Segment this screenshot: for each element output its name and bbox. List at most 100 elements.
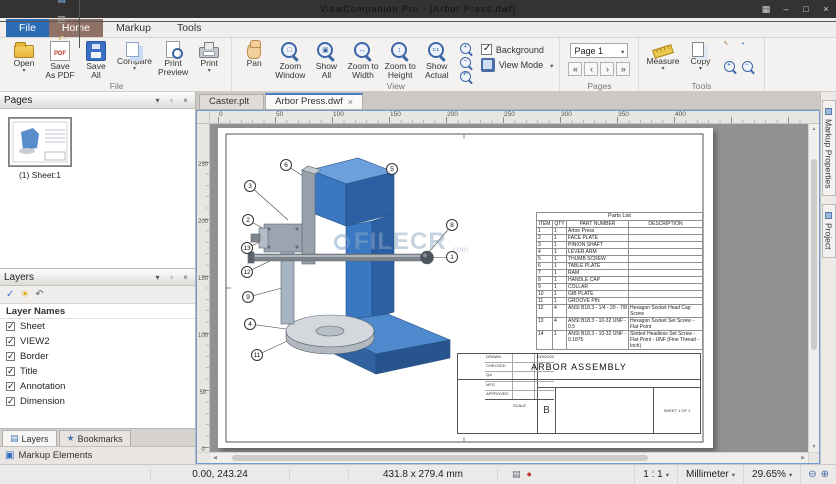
ruler-label: 200 [447, 111, 458, 118]
markup-status-icon[interactable]: ● [527, 469, 532, 480]
units-select[interactable]: Millimeter [676, 465, 743, 484]
layer-row[interactable]: VIEW2 [0, 334, 195, 349]
zoom-in-button[interactable]: ⊕ [821, 469, 829, 480]
ruler-corner [197, 111, 210, 124]
next-page-button[interactable]: › [600, 62, 615, 76]
layer-checkbox[interactable] [6, 321, 15, 332]
layers-tab[interactable]: ▤ Layers [2, 430, 57, 446]
zoom-in-button[interactable] [458, 42, 474, 55]
pan-button[interactable]: Pan [236, 40, 272, 68]
tab-tools[interactable]: Tools [164, 19, 215, 37]
save-as-pdf-button[interactable]: Save As PDF [42, 40, 78, 81]
minimize-button[interactable]: – [776, 0, 796, 18]
view-mode-label: View Mode [498, 60, 544, 70]
open-button[interactable]: Open ▾ [6, 40, 42, 74]
panel-menu-icon[interactable]: ▾ [152, 96, 163, 105]
zoom-out-button[interactable] [458, 56, 474, 69]
ruler-label: 0 [201, 447, 205, 453]
ribbon-group-tools: Measure ▾ Copy ▾ ✎ ⌖ + − Tools [639, 38, 765, 91]
layer-checkbox[interactable] [6, 351, 15, 362]
save-icon[interactable]: ▤ [54, 0, 69, 8]
scroll-down-icon[interactable] [809, 442, 819, 452]
layer-checkbox[interactable] [6, 396, 15, 407]
show-all-button[interactable]: Show All [308, 40, 344, 81]
print-button[interactable]: Print ▾ [191, 40, 227, 74]
close-tab-icon[interactable]: × [348, 97, 353, 107]
document-status-icon[interactable]: ▤ [512, 469, 521, 480]
compare-button[interactable]: Compare ▾ [114, 40, 155, 72]
doc-tab-arbor-press[interactable]: Arbor Press.dwf × [265, 93, 363, 109]
maximize-button[interactable]: □ [796, 0, 816, 18]
layer-checkbox[interactable] [6, 381, 15, 392]
panel-close-icon[interactable]: × [180, 96, 191, 105]
save-all-button[interactable]: Save All [78, 40, 114, 81]
scroll-right-icon[interactable] [798, 453, 808, 463]
pin-icon[interactable]: ▫ [166, 273, 177, 282]
last-page-button[interactable]: » [616, 62, 631, 76]
show-actual-button[interactable]: Show Actual [419, 40, 455, 81]
pin-icon[interactable]: ▫ [166, 96, 177, 105]
edit-button[interactable] [722, 41, 738, 55]
page-thumbnail[interactable] [8, 117, 72, 167]
layer-row[interactable]: Annotation [0, 379, 195, 394]
layer-row[interactable]: Sheet [0, 319, 195, 334]
view-mode-select[interactable]: View Mode [480, 58, 554, 72]
zoom-to-height-button[interactable]: Zoom to Height [382, 40, 419, 81]
zoom-height-icon [390, 41, 410, 61]
parts-list-row: 14 1 ANSI B18.3 - 10-32 UNF - 0.1875 Slo… [536, 329, 703, 350]
background-label: Background [495, 44, 544, 55]
doc-tab-caster[interactable]: Caster.plt [199, 94, 265, 109]
panel-close-icon[interactable]: × [180, 273, 191, 282]
tools-zoom-in-button[interactable] [722, 60, 738, 73]
pick-button[interactable] [740, 41, 756, 55]
vertical-scroll-thumb[interactable] [811, 158, 817, 350]
vertical-scrollbar[interactable] [808, 124, 819, 452]
view-options: Background View Mode [480, 43, 554, 72]
measure-button[interactable]: Measure ▾ [643, 40, 682, 72]
project-tab[interactable]: Project [821, 204, 836, 258]
pages-thumbnail-list: (1) Sheet:1 [0, 109, 195, 268]
print-icon[interactable]: ▥ [54, 10, 69, 28]
previous-page-button[interactable]: ‹ [584, 62, 599, 76]
bookmarks-tab[interactable]: ★ Bookmarks [58, 430, 131, 446]
layer-visibility-icon[interactable]: ☀ [20, 289, 29, 300]
scroll-up-icon[interactable] [809, 124, 819, 134]
layer-row[interactable]: Border [0, 349, 195, 364]
main-area: Pages ▾ ▫ × (1) Sheet:1 Layers ▾ ▫ × ✓ ☀… [0, 92, 836, 464]
layer-checkbox[interactable] [6, 366, 15, 377]
tools-zoom-out-button[interactable] [740, 60, 756, 73]
scroll-left-icon[interactable] [210, 453, 220, 463]
page-select[interactable]: Page 1 [570, 43, 629, 58]
background-checkbox[interactable]: Background [480, 43, 554, 55]
tab-markup[interactable]: Markup [103, 19, 164, 37]
parts-list-row: 8 1 HANDLE CAP [536, 275, 703, 284]
scale-select[interactable]: 1 : 1 [634, 465, 677, 484]
reset-layers-icon[interactable]: ↶ [35, 289, 43, 300]
layer-row[interactable]: Title [0, 364, 195, 379]
horizontal-scroll-thumb[interactable] [231, 455, 648, 461]
markup-properties-tab[interactable]: Markup Properties [821, 100, 836, 197]
markup-elements-bar[interactable]: ▣ Markup Elements [0, 446, 195, 464]
sidebar-tab-strip: ▤ Layers ★ Bookmarks [0, 428, 195, 446]
zoom-out-button[interactable]: ⊖ [808, 469, 816, 480]
first-page-button[interactable]: « [568, 62, 583, 76]
layer-row[interactable]: Dimension [0, 394, 195, 409]
drawing-canvas[interactable]: FILECR .com Parts List ITEM QTY PART NUM… [210, 124, 808, 452]
layer-checkbox[interactable] [6, 336, 15, 347]
parts-list-row: 6 1 TABLE PLATE [536, 261, 703, 270]
sidebar-tab-icon: ★ [66, 433, 75, 443]
zoom-to-width-button[interactable]: Zoom to Width [344, 40, 381, 81]
page-navigation: «‹ ›» [568, 62, 631, 76]
close-button[interactable]: × [816, 0, 836, 18]
print-preview-button[interactable]: Print Preview [155, 40, 191, 78]
panel-menu-icon[interactable]: ▾ [152, 273, 163, 282]
zoom-select[interactable]: 29.65% [743, 465, 800, 484]
magnifier-plus-icon [459, 42, 473, 56]
check-all-layers-icon[interactable]: ✓ [6, 289, 14, 300]
horizontal-scrollbar[interactable] [210, 452, 808, 463]
ruler-label: 200 [197, 219, 208, 225]
parts-list-table: Parts List ITEM QTY PART NUMBER DESCRIPT… [536, 212, 703, 350]
ribbon-style-icon[interactable]: ▦ [756, 0, 776, 18]
zoom-window-button[interactable]: Zoom Window [272, 40, 308, 81]
copy-button[interactable]: Copy ▾ [683, 40, 719, 72]
